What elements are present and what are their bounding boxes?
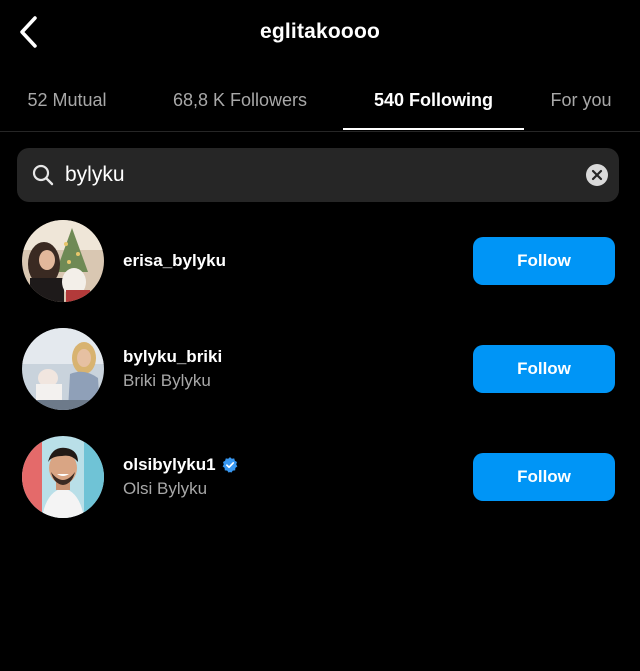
username[interactable]: bylyku_briki xyxy=(123,345,443,369)
active-tab-indicator xyxy=(343,128,524,130)
full-name: Olsi Bylyku xyxy=(123,479,208,498)
tab-following[interactable]: 540 Following xyxy=(343,70,524,130)
tab-mutual[interactable]: 52 Mutual xyxy=(10,70,124,130)
user-info: olsibylyku1 Olsi Bylyku xyxy=(123,453,443,501)
tab-followers[interactable]: 68,8 K Followers xyxy=(150,70,330,130)
verified-badge-icon xyxy=(222,457,237,473)
clear-search-button[interactable] xyxy=(586,164,608,186)
clear-icon xyxy=(591,169,603,181)
list-item[interactable]: bylyku_briki Briki Bylyku Follow xyxy=(0,317,640,421)
full-name: Briki Bylyku xyxy=(123,371,211,390)
top-bar: eglitakoooo xyxy=(0,0,640,70)
page-title: eglitakoooo xyxy=(259,20,381,43)
avatar[interactable] xyxy=(22,436,104,518)
list-item[interactable]: erisa_bylyku Follow xyxy=(0,209,640,313)
follow-button[interactable]: Follow xyxy=(473,453,615,501)
user-info: erisa_bylyku xyxy=(123,249,443,273)
username[interactable]: erisa_bylyku xyxy=(123,249,443,273)
follow-button[interactable]: Follow xyxy=(473,345,615,393)
search-bar[interactable]: bylyku xyxy=(17,148,619,202)
user-info: bylyku_briki Briki Bylyku xyxy=(123,345,443,393)
list-item[interactable]: olsibylyku1 Olsi Bylyku Follow xyxy=(0,425,640,529)
username[interactable]: olsibylyku1 xyxy=(123,453,443,477)
avatar[interactable] xyxy=(22,328,104,410)
follow-button[interactable]: Follow xyxy=(473,237,615,285)
tab-for-you[interactable]: For you xyxy=(538,70,624,130)
tab-bar: 52 Mutual 68,8 K Followers 540 Following… xyxy=(0,70,640,132)
avatar[interactable] xyxy=(22,220,104,302)
search-icon xyxy=(32,164,54,186)
search-input[interactable]: bylyku xyxy=(65,148,565,202)
